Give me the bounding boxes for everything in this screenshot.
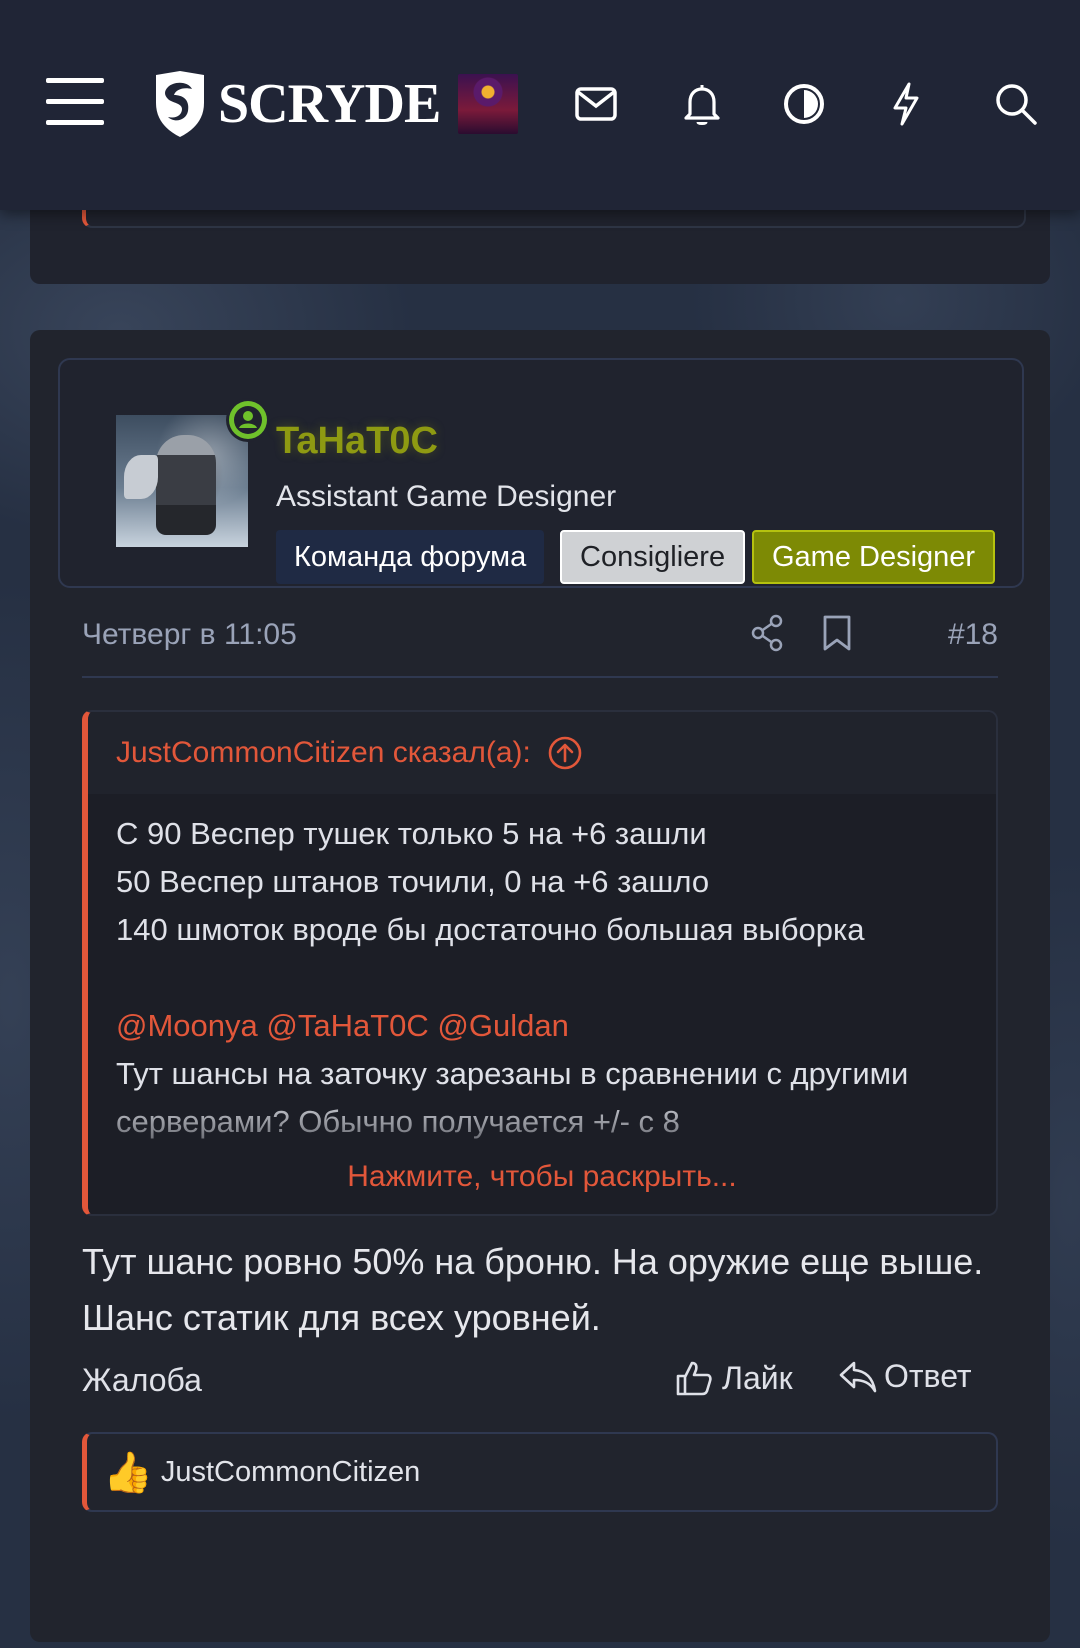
logo-text: SCRYDE: [218, 73, 441, 135]
online-status-icon: [226, 398, 270, 442]
user-title: Assistant Game Designer: [276, 480, 617, 513]
username[interactable]: TaHaT0C: [276, 420, 438, 463]
quote-line: 140 шмоток вроде бы достаточно большая в…: [116, 912, 865, 947]
bookmark-icon[interactable]: [822, 614, 852, 657]
banner-consigliere: Consigliere: [560, 530, 746, 584]
quote-header[interactable]: JustCommonCitizen сказал(а):: [88, 712, 996, 794]
share-icon[interactable]: [750, 614, 784, 657]
quote-fade: [88, 1094, 996, 1214]
like-button[interactable]: Лайк: [674, 1358, 793, 1398]
post-actions: Жалоба Лайк Ответ: [82, 1350, 998, 1410]
expand-quote-link[interactable]: Нажмите, чтобы раскрыть...: [88, 1160, 996, 1194]
quote-line: С 90 Веспер тушек только 5 на +6 зашли: [116, 816, 707, 851]
search-icon[interactable]: [988, 76, 1044, 132]
thumbs-up-emoji-icon: 👍: [103, 1450, 153, 1495]
quote-block: JustCommonCitizen сказал(а): С 90 Веспер…: [82, 710, 998, 1216]
user-avatar-mini[interactable]: [458, 74, 518, 134]
top-navbar: SCRYDE: [0, 0, 1080, 210]
banner-game-designer: Game Designer: [752, 530, 996, 584]
banner-forum-team: Команда форума: [276, 530, 545, 584]
likes-summary[interactable]: 👍 JustCommonCitizen: [82, 1432, 998, 1512]
bell-icon[interactable]: [674, 76, 730, 132]
quote-line: 50 Веспер штанов точили, 0 на +6 зашло: [116, 864, 710, 899]
quote-mentions[interactable]: @Moonya @TaHaT0C @Guldan: [116, 1002, 976, 1050]
menu-icon[interactable]: [46, 78, 104, 128]
lightning-icon[interactable]: [878, 76, 934, 132]
shield-logo-icon: [156, 71, 204, 137]
post-date[interactable]: Четверг в 11:05: [82, 618, 297, 652]
reply-arrow-icon: [839, 1361, 877, 1392]
contrast-icon[interactable]: [776, 76, 832, 132]
go-to-quote-icon[interactable]: [547, 735, 583, 771]
reply-label: Ответ: [884, 1358, 972, 1394]
site-logo[interactable]: SCRYDE: [152, 68, 441, 140]
forum-post: TaHaT0C Assistant Game Designer Команда …: [30, 330, 1050, 1642]
liked-by-user[interactable]: JustCommonCitizen: [161, 1456, 420, 1489]
mail-icon[interactable]: [568, 76, 624, 132]
quote-author[interactable]: JustCommonCitizen сказал(а):: [116, 736, 531, 770]
thumbs-up-icon: [676, 1361, 712, 1396]
reply-button[interactable]: Ответ: [838, 1358, 972, 1395]
post-message: Тут шанс ровно 50% на броню. На оружие е…: [82, 1241, 984, 1338]
post-meta: Четверг в 11:05 #18: [82, 588, 998, 678]
like-label: Лайк: [722, 1359, 793, 1396]
post-number[interactable]: #18: [948, 618, 998, 652]
user-info-box: TaHaT0C Assistant Game Designer Команда …: [58, 358, 1024, 588]
report-link[interactable]: Жалоба: [82, 1362, 202, 1399]
